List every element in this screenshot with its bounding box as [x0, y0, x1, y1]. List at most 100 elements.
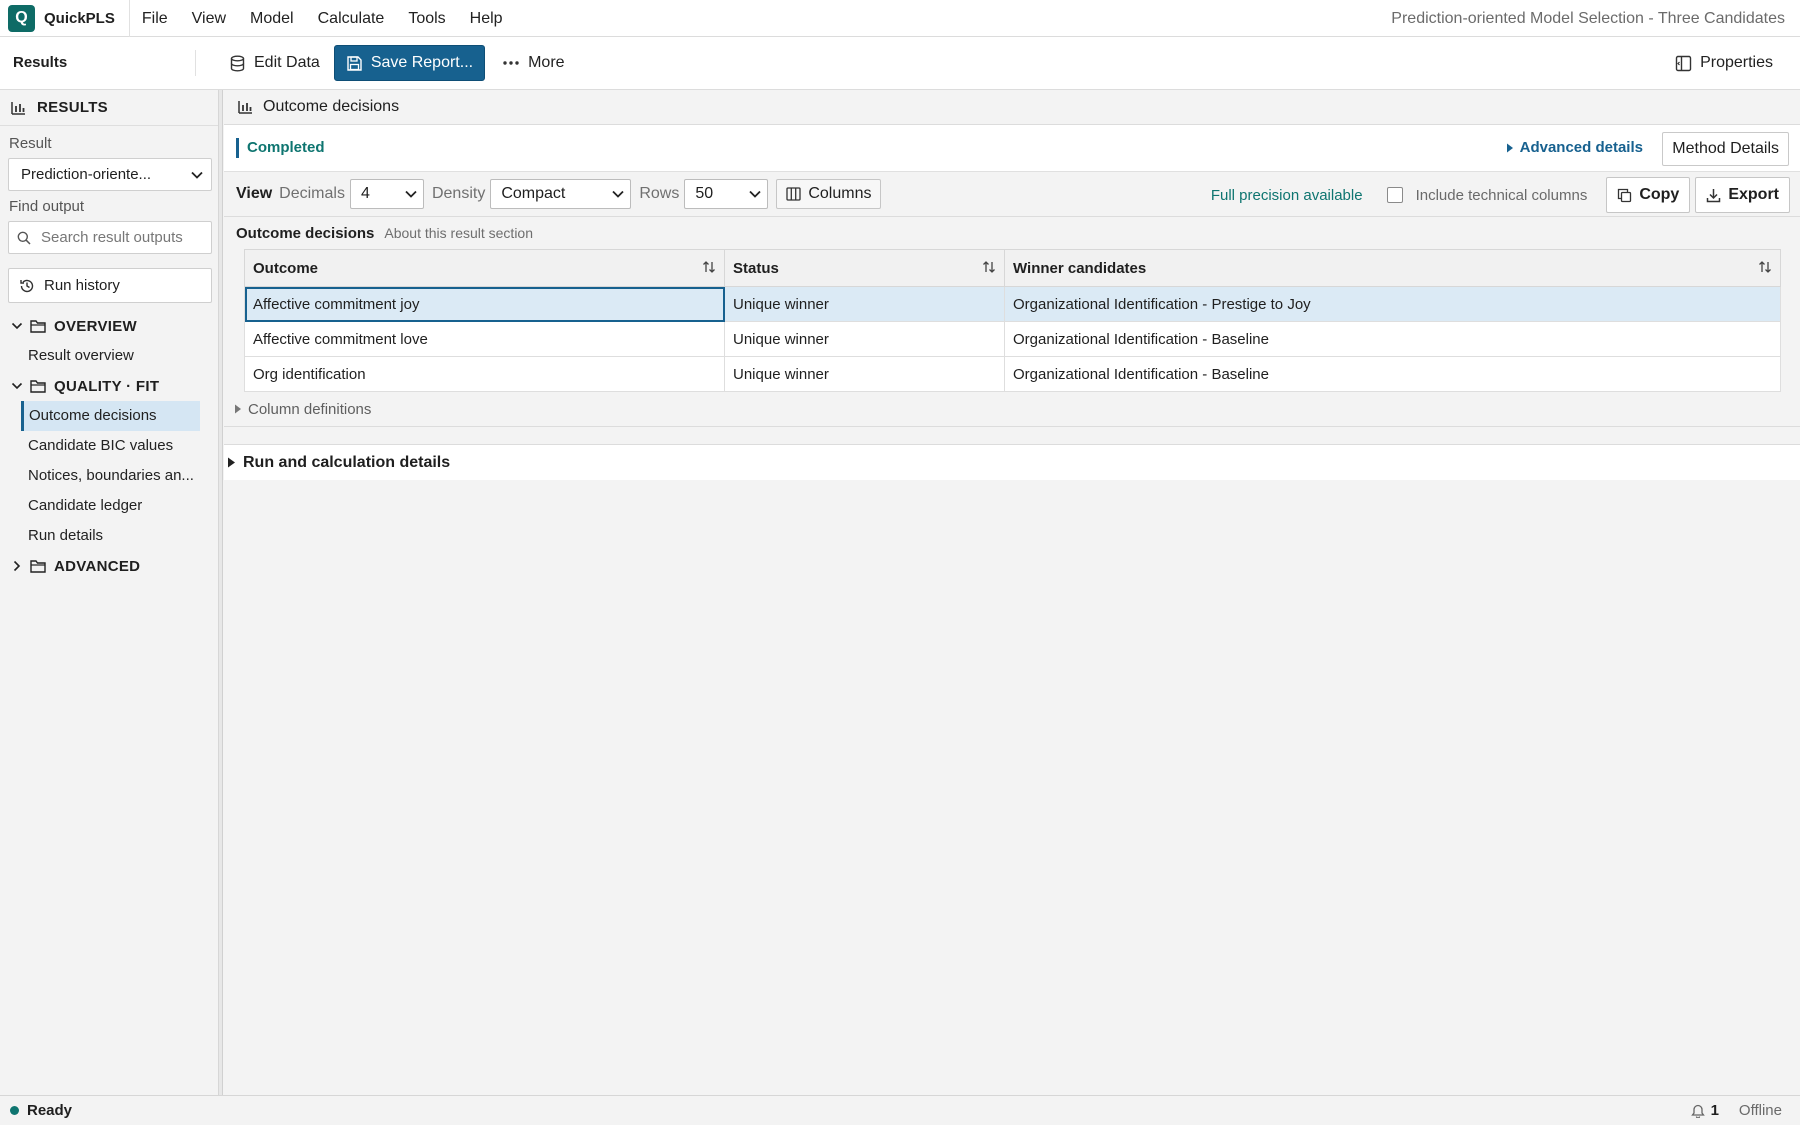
column-header-winner-candidates[interactable]: Winner candidates: [1004, 249, 1781, 287]
menu-tools[interactable]: Tools: [396, 0, 457, 37]
search-box[interactable]: [8, 221, 212, 254]
table-header-row: Outcome Status Winner candidates: [244, 249, 1781, 287]
result-select[interactable]: Prediction-oriente...: [8, 158, 212, 191]
bell-icon[interactable]: [1690, 1103, 1705, 1118]
status-bar: Ready 1 Offline: [0, 1095, 1800, 1125]
table-cell[interactable]: Organizational Identification - Baseline: [1004, 321, 1781, 357]
section-about-link[interactable]: About this result section: [384, 225, 533, 241]
save-report-button[interactable]: Save Report...: [333, 45, 486, 81]
triangle-right-icon: [1506, 143, 1513, 152]
menu-bar: Q QuickPLS File View Model Calculate Too…: [0, 0, 1800, 37]
edit-data-label: Edit Data: [254, 54, 320, 71]
database-icon: [230, 55, 245, 72]
include-technical-checkbox[interactable]: [1386, 187, 1403, 203]
tree-group-label: QUALITY · FIT: [54, 377, 160, 395]
precision-note: Full precision available: [1210, 186, 1363, 204]
triangle-right-icon: [228, 457, 235, 468]
properties-button[interactable]: Properties: [1664, 45, 1784, 81]
menu-view[interactable]: View: [180, 0, 238, 37]
tree-group-quality-fit[interactable]: QUALITY · FIT: [0, 371, 218, 401]
results-sidebar: RESULTS Result Prediction-oriente... Fin…: [0, 90, 219, 1095]
table-row[interactable]: Org identification Unique winner Organiz…: [244, 356, 1781, 392]
outcome-decisions-table: Outcome Status Winner candidates Affecti…: [244, 249, 1781, 392]
section-title: Outcome decisions: [236, 224, 375, 242]
status-bar-right: 1 Offline: [1690, 1102, 1782, 1119]
more-button[interactable]: More: [491, 45, 575, 81]
sort-icon: [703, 261, 715, 273]
view-label: View: [236, 185, 273, 202]
include-technical-label: Include technical columns: [1415, 186, 1588, 204]
triangle-right-icon: [235, 404, 241, 414]
table-cell[interactable]: Affective commitment joy: [244, 286, 725, 322]
chevron-down-icon: [191, 171, 203, 179]
advanced-details-toggle[interactable]: Advanced details: [1506, 139, 1643, 156]
panel-header: Outcome decisions: [224, 90, 1800, 125]
app-name: QuickPLS: [44, 9, 115, 27]
density-label: Density: [431, 185, 486, 202]
table-cell[interactable]: Unique winner: [724, 321, 1005, 357]
copy-icon: [1618, 188, 1632, 202]
search-input[interactable]: [41, 229, 201, 246]
chevron-down-icon: [405, 190, 417, 198]
columns-icon: [786, 187, 801, 201]
table-cell[interactable]: Unique winner: [724, 286, 1005, 322]
document-title: Prediction-oriented Model Selection - Th…: [1391, 10, 1785, 27]
status-text: Ready: [27, 1102, 73, 1119]
run-history-button[interactable]: Run history: [8, 268, 212, 303]
menu-calculate[interactable]: Calculate: [306, 0, 397, 37]
column-definitions-toggle[interactable]: Column definitions: [224, 392, 1800, 427]
table-cell[interactable]: Organizational Identification - Prestige…: [1004, 286, 1781, 322]
menu-model[interactable]: Model: [238, 0, 306, 37]
sidebar-resize-handle[interactable]: [219, 90, 223, 1095]
search-icon: [17, 231, 31, 245]
run-history-label: Run history: [44, 277, 120, 294]
output-tree: OVERVIEW Result overview QUALITY · FIT O…: [0, 311, 218, 581]
properties-label: Properties: [1700, 54, 1773, 71]
decimals-select[interactable]: 4: [349, 179, 424, 209]
more-label: More: [528, 54, 565, 71]
table-row[interactable]: Affective commitment joy Unique winner O…: [244, 286, 1781, 322]
tree-item-result-overview[interactable]: Result overview: [0, 341, 200, 371]
chevron-down-icon: [612, 190, 624, 198]
table-cell[interactable]: Organizational Identification - Baseline: [1004, 356, 1781, 392]
table-cell[interactable]: Affective commitment love: [244, 321, 725, 357]
more-icon: [503, 61, 519, 65]
method-details-button[interactable]: Method Details: [1662, 132, 1789, 166]
rows-value: 50: [695, 185, 714, 202]
export-label: Export: [1728, 186, 1779, 203]
edit-data-button[interactable]: Edit Data: [218, 45, 331, 81]
table-row[interactable]: Affective commitment love Unique winner …: [244, 321, 1781, 357]
run-details-toggle[interactable]: Run and calculation details: [224, 444, 1800, 480]
export-button[interactable]: Export: [1695, 177, 1790, 213]
run-details-label: Run and calculation details: [243, 453, 451, 471]
tree-item-outcome-decisions[interactable]: Outcome decisions: [21, 401, 200, 431]
rows-label: Rows: [639, 185, 680, 202]
view-actions: Full precision available Include technic…: [1211, 177, 1790, 213]
column-definitions-label: Column definitions: [248, 400, 372, 418]
copy-button[interactable]: Copy: [1606, 177, 1691, 213]
column-header-label: Status: [733, 259, 779, 277]
tree-item-candidate-ledger[interactable]: Candidate ledger: [0, 491, 200, 521]
columns-button[interactable]: Columns: [776, 179, 882, 209]
table-cell[interactable]: Org identification: [244, 356, 725, 392]
menu-help[interactable]: Help: [458, 0, 515, 37]
density-select[interactable]: Compact: [490, 179, 632, 209]
table-cell[interactable]: Unique winner: [724, 356, 1005, 392]
folder-icon: [30, 320, 46, 333]
bar-chart-icon: [238, 101, 252, 114]
rows-select[interactable]: 50: [684, 179, 769, 209]
status-badge: Completed: [236, 138, 325, 158]
tree-group-advanced[interactable]: ADVANCED: [0, 551, 218, 581]
tree-item-candidate-bic-values[interactable]: Candidate BIC values: [0, 431, 200, 461]
column-header-outcome[interactable]: Outcome: [244, 249, 725, 287]
panel-title: Outcome decisions: [263, 98, 400, 115]
status-row: Completed Advanced details Method Detail…: [224, 125, 1800, 172]
menu-file[interactable]: File: [130, 0, 180, 37]
column-header-status[interactable]: Status: [724, 249, 1005, 287]
tree-group-overview[interactable]: OVERVIEW: [0, 311, 218, 341]
tree-item-notices-boundaries[interactable]: Notices, boundaries an...: [0, 461, 200, 491]
tree-item-run-details[interactable]: Run details: [0, 521, 200, 551]
main-panel: Outcome decisions Completed Advanced det…: [224, 90, 1800, 1095]
sort-icon: [983, 261, 995, 273]
app-logo: Q: [8, 4, 35, 32]
